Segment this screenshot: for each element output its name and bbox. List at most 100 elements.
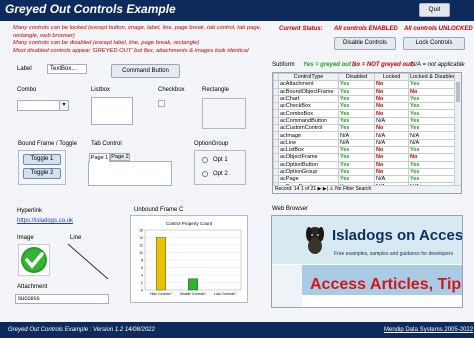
table-cell: Yes: [338, 116, 375, 126]
status-label: Current Status:: [279, 26, 323, 32]
table-cell: Yes: [408, 145, 456, 155]
checkbox-caption: Checkbox: [158, 87, 185, 93]
table-row[interactable]: acLine N/A N/A N/A: [273, 138, 456, 147]
hyperlink[interactable]: https://isladogs.co.uk: [17, 218, 73, 224]
command-button[interactable]: Command Button: [111, 64, 180, 78]
web-browser-caption: Web Browser: [272, 206, 308, 212]
table-cell: No: [374, 145, 409, 155]
lock-controls-button[interactable]: Lock Controls: [403, 37, 465, 50]
record-navigation-bar[interactable]: Record: 14 1 of 21 ▶ ▶| ⚠ No Filter Sear…: [273, 185, 461, 193]
table-row[interactable]: acOptionButton Yes No Yes: [273, 160, 456, 169]
note-line-3: Many controls can be disabled (except la…: [13, 40, 200, 46]
dog-image: [306, 227, 324, 254]
chart: Control Property Count 0 2 4 6 8 10 12 14 16 Hide …: [139, 221, 242, 296]
table-row[interactable]: acCommandButton Yes N/A Yes: [273, 116, 456, 126]
chevron-down-icon[interactable]: ▾: [59, 101, 68, 110]
vertical-scrollbar[interactable]: [454, 73, 461, 185]
rectangle: [202, 98, 246, 129]
toggle-1[interactable]: Toggle 1: [23, 154, 61, 165]
tab-page-2[interactable]: Page 2: [110, 153, 130, 161]
y-tick-label: 14: [139, 236, 143, 240]
legend-yes: Yes = greyed out ;: [303, 62, 355, 68]
table-cell: acCheckBox: [278, 102, 339, 111]
unbound-frame[interactable]: Control Property Count 0 2 4 6 8 10 12 14 16 Hide …: [130, 215, 248, 303]
table-cell: Yes: [338, 94, 375, 104]
scrollbar-thumb[interactable]: [456, 82, 460, 102]
table-row[interactable]: acObjectFrame Yes No No: [273, 153, 456, 162]
subform-caption: Subform: [272, 62, 295, 68]
table-cell: acAttachment: [278, 80, 339, 89]
table-cell: Yes: [408, 160, 456, 169]
checkbox[interactable]: [158, 100, 165, 107]
table-cell: acLine: [278, 138, 339, 147]
table-cell: acCustomControl: [278, 124, 339, 133]
combo-box[interactable]: ▾: [17, 100, 69, 111]
option-1-radio[interactable]: [202, 157, 208, 163]
y-tick-label: 16: [139, 229, 143, 233]
image-caption: Image: [17, 235, 34, 241]
web-banner-tagline: Free examples, samples and guidance for …: [334, 251, 453, 257]
table-row[interactable]: acCheckBox Yes No Yes: [273, 102, 456, 111]
table-row[interactable]: acImage N/A N/A N/A: [273, 131, 456, 140]
y-tick-label: 10: [139, 251, 143, 255]
table-cell: No: [408, 87, 456, 96]
table-cell: No: [374, 80, 409, 89]
web-article-title: Access Articles, Tips: [310, 276, 463, 293]
table-cell: No: [374, 94, 409, 104]
column-header[interactable]: Locked: [374, 73, 409, 82]
chart-title: Control Property Count: [166, 221, 213, 226]
table-cell: Yes: [338, 175, 375, 184]
table-cell: Yes: [408, 102, 456, 111]
table-cell: acImage: [278, 131, 339, 140]
table-cell: Yes: [408, 167, 456, 177]
y-tick-label: 12: [139, 244, 143, 248]
web-browser[interactable]: Isladogs on Access Free examples, sample…: [271, 215, 463, 308]
table-cell: No: [374, 167, 409, 177]
table-row[interactable]: acAttachment Yes No Yes: [273, 80, 456, 89]
footer-version: Greyed Out Controls Example : Version 1.…: [8, 327, 155, 333]
column-header[interactable]: Disabled: [338, 73, 375, 82]
y-tick-label: 8: [141, 259, 143, 263]
table-cell: N/A: [408, 138, 456, 147]
note-line-2: rectangle, web browser): [13, 32, 75, 39]
line-control: [67, 243, 109, 280]
toggle-2[interactable]: Toggle 2: [23, 168, 61, 179]
textbox[interactable]: TextBox...: [47, 64, 87, 74]
listbox[interactable]: [91, 97, 133, 125]
x-tick-label: Hide Controls?: [150, 292, 172, 296]
quit-button[interactable]: Quit: [419, 3, 450, 17]
footer-copyright-link[interactable]: Mendip Data Systems 2005-2022: [384, 327, 473, 333]
listbox-caption: Listbox: [91, 87, 111, 93]
table-row[interactable]: acOptionGroup Yes No Yes: [273, 167, 456, 177]
web-banner-title: Isladogs on Access: [332, 227, 463, 244]
table-row[interactable]: acComboBox Yes No Yes: [273, 109, 456, 118]
rectangle-caption: Rectangle: [202, 87, 230, 93]
table-cell: Yes: [408, 124, 456, 133]
table-row[interactable]: acChart Yes No Yes: [273, 94, 456, 104]
table-cell: No: [374, 153, 409, 162]
attachment-field[interactable]: success: [15, 294, 109, 304]
table-row[interactable]: acBoundObjectFrame Yes No No: [273, 87, 456, 96]
note-line-1: Many controls can be locked (except butt…: [13, 25, 262, 31]
image-frame: [18, 244, 50, 276]
y-tick-label: 0: [141, 289, 143, 293]
note-line-4: Most disabled controls appear 'GREYED OU…: [13, 47, 249, 54]
y-tick-label: 2: [141, 281, 143, 285]
tab-page-1[interactable]: Page 1: [89, 153, 110, 162]
x-tick-label: Disable Controls?: [180, 292, 206, 296]
subform[interactable]: ControlType Disabled Locked Locked & Disabl…: [272, 72, 462, 194]
table-cell: Yes: [408, 109, 456, 118]
option-1-label: Opt 1: [213, 157, 228, 163]
column-header[interactable]: ControlType: [278, 73, 339, 82]
column-header[interactable]: Locked & Disabled: [408, 73, 456, 82]
option-2-radio[interactable]: [202, 171, 208, 177]
disable-controls-button[interactable]: Disable Controls: [334, 37, 396, 50]
table-row[interactable]: acCustomControl Yes No Yes: [273, 124, 456, 133]
bound-frame-caption: Bound Frame / Toggle: [18, 141, 77, 147]
table-cell: No: [374, 124, 409, 133]
table-cell: N/A: [374, 131, 409, 140]
table-cell: Yes: [408, 116, 456, 126]
table-row[interactable]: acListBox Yes No Yes: [273, 145, 456, 155]
table-row[interactable]: acPage Yes N/A Yes: [273, 175, 456, 184]
table-cell: No: [374, 102, 409, 111]
